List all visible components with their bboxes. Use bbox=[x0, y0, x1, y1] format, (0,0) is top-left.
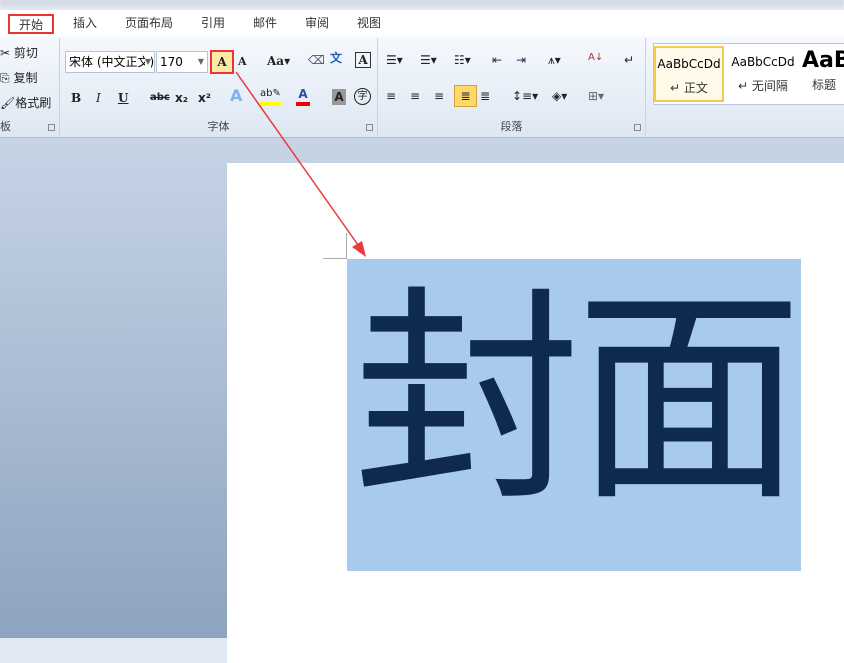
arrow-line bbox=[235, 71, 364, 253]
annotation-arrow bbox=[235, 71, 366, 257]
arrow-head-icon bbox=[352, 241, 366, 257]
